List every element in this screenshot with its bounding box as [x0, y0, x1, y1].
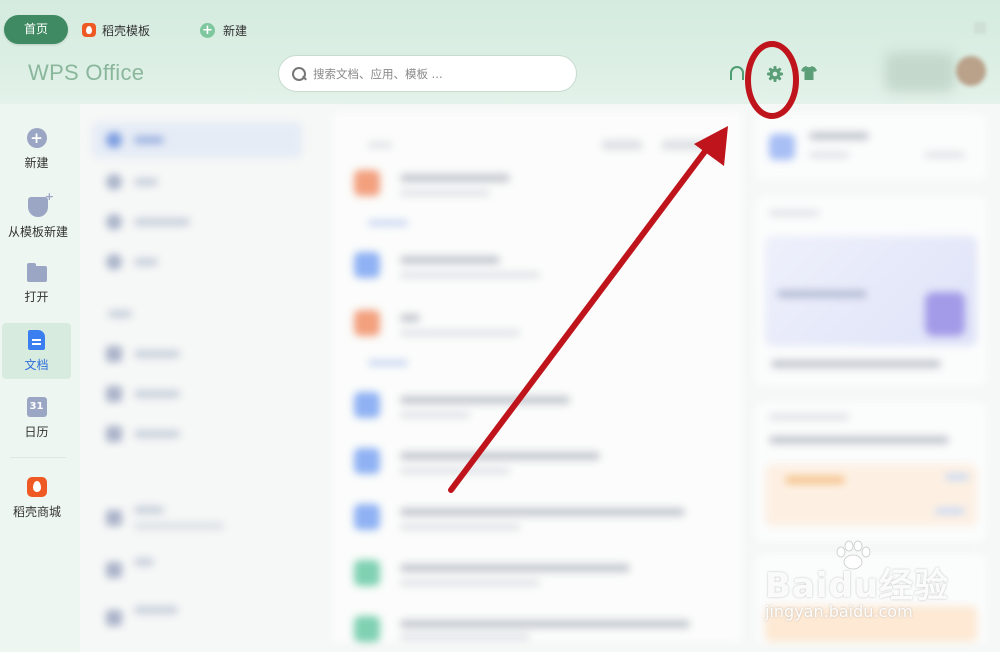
baidu-watermark: Baidu经验 jingyan.baidu.com	[765, 540, 985, 630]
sidebar-item-open[interactable]: 打开	[2, 256, 71, 312]
sidebar-item-label: 稻壳商城	[12, 504, 61, 519]
nav-item[interactable]	[92, 500, 302, 536]
tab-new[interactable]: + 新建	[200, 19, 247, 41]
sidebar-item-label: 从模板新建	[7, 224, 68, 239]
user-name[interactable]	[885, 52, 955, 92]
account-card[interactable]	[755, 114, 987, 180]
sidebar-item-documents[interactable]: 文档	[2, 323, 71, 379]
nav-item[interactable]	[92, 244, 302, 280]
sidebar-item-docer-store[interactable]: 稻壳商城	[0, 470, 74, 526]
plus-icon: +	[200, 22, 215, 38]
template-icon	[28, 190, 54, 217]
sidebar-item-new[interactable]: + 新建	[2, 121, 71, 177]
watermark-brand: Baidu经验	[765, 566, 950, 606]
docer-flame-icon	[82, 23, 96, 37]
tab-docer-template[interactable]: 稻壳模板	[82, 19, 150, 41]
sidebar-item-label: 文档	[24, 357, 49, 372]
search-input[interactable]	[313, 66, 553, 81]
sidebar-item-label: 打开	[24, 289, 49, 304]
headset-icon[interactable]	[730, 66, 744, 80]
promo-card[interactable]	[755, 196, 987, 386]
recent-documents-list	[332, 112, 742, 642]
sidebar-item-calendar[interactable]: 31 日历	[2, 390, 71, 446]
nav-item[interactable]	[92, 122, 302, 158]
left-sidebar: + 新建 从模板新建 打开 文档 31 日历 稻壳商城	[0, 104, 80, 652]
nav-item[interactable]	[92, 552, 302, 588]
nav-item[interactable]	[92, 164, 302, 200]
nav-item[interactable]	[92, 416, 302, 452]
title-bar: 首页 稻壳模板 + 新建 WPS Office	[0, 0, 1000, 104]
document-nav-panel	[92, 114, 307, 644]
calendar-icon: 31	[26, 396, 47, 417]
search-icon	[291, 66, 307, 82]
folder-icon	[26, 262, 47, 282]
watermark-url: jingyan.baidu.com	[765, 602, 913, 621]
docer-store-icon	[27, 476, 47, 497]
task-card[interactable]	[755, 402, 987, 542]
tab-new-label: 新建	[223, 23, 248, 38]
sidebar-divider	[10, 457, 66, 458]
sidebar-item-label: 日历	[24, 424, 49, 439]
plus-circle-icon: +	[26, 127, 47, 148]
gear-icon[interactable]	[767, 66, 783, 82]
shirt-icon[interactable]	[801, 66, 817, 80]
tab-template-label: 稻壳模板	[102, 23, 151, 38]
nav-item[interactable]	[92, 376, 302, 412]
nav-item[interactable]	[92, 336, 302, 372]
search-box[interactable]	[278, 55, 577, 92]
sidebar-item-label: 新建	[24, 155, 49, 170]
nav-item[interactable]	[92, 600, 302, 636]
document-icon	[28, 329, 45, 350]
nav-item[interactable]	[92, 204, 302, 240]
avatar[interactable]	[956, 56, 986, 86]
sidebar-item-new-from-template[interactable]: 从模板新建	[0, 190, 76, 246]
window-control-icon[interactable]	[974, 22, 986, 34]
tab-home[interactable]: 首页	[4, 15, 68, 44]
app-title: WPS Office	[28, 60, 145, 85]
